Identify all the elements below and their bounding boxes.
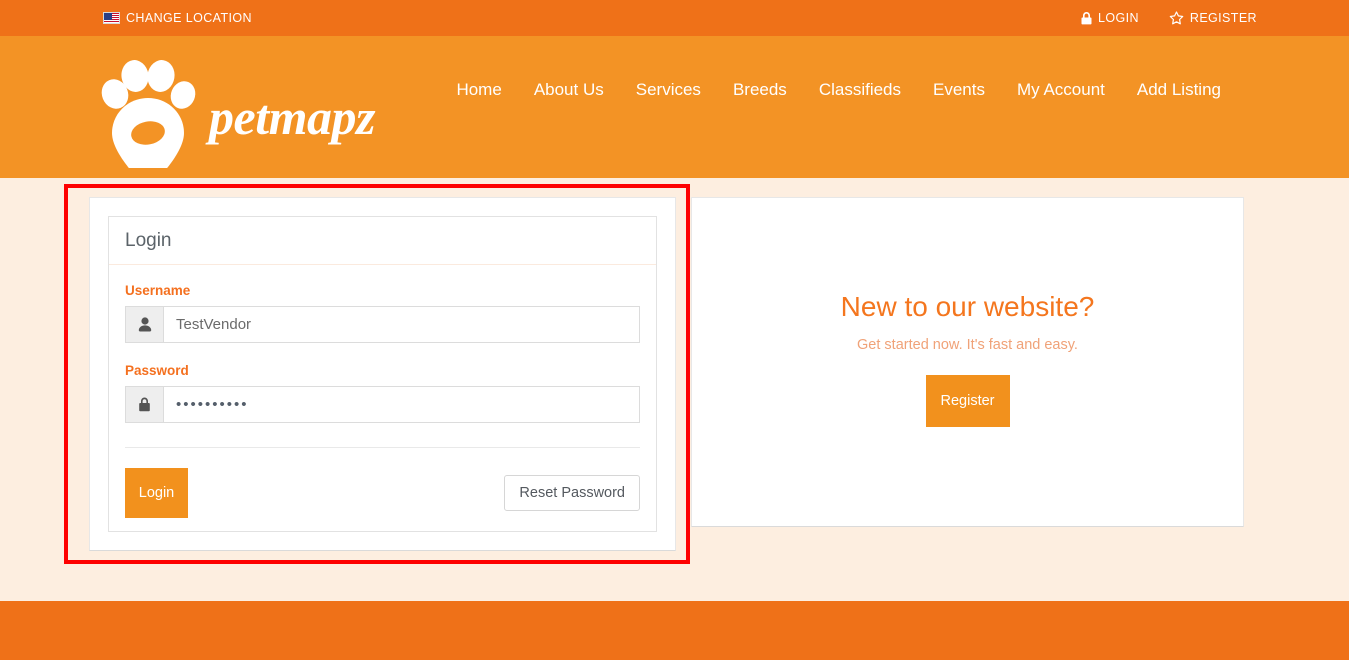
login-card: Login Username Password <box>108 216 657 532</box>
topbar-right-group: LOGIN REGISTER <box>1081 11 1257 25</box>
topbar-login-label: LOGIN <box>1097 11 1139 25</box>
main-content-row: Login Username Password <box>89 197 1244 551</box>
topbar-login-link[interactable]: LOGIN <box>1081 11 1139 25</box>
top-utility-bar: CHANGE LOCATION LOGIN REGISTER <box>0 0 1349 36</box>
login-button-row: Login Reset Password <box>125 448 640 518</box>
nav-item-home[interactable]: Home <box>456 80 501 100</box>
login-card-header: Login <box>109 217 656 265</box>
main-navigation: Home About Us Services Breeds Classified… <box>456 80 1221 100</box>
register-cta: New to our website? Get started now. It'… <box>692 198 1243 526</box>
register-cta-subtitle: Get started now. It's fast and easy. <box>857 337 1078 353</box>
change-location-label: CHANGE LOCATION <box>126 11 252 25</box>
nav-item-services[interactable]: Services <box>636 80 701 100</box>
username-input[interactable] <box>164 307 639 342</box>
topbar-register-link[interactable]: REGISTER <box>1169 11 1257 25</box>
lock-icon <box>126 387 164 422</box>
password-input[interactable] <box>164 387 639 422</box>
paw-map-pin-icon <box>93 50 205 168</box>
site-footer <box>0 601 1349 660</box>
password-input-group[interactable] <box>125 386 640 423</box>
nav-item-classifieds[interactable]: Classifieds <box>819 80 901 100</box>
register-button[interactable]: Register <box>925 375 1010 427</box>
password-label: Password <box>125 363 189 378</box>
us-flag-icon <box>103 12 120 24</box>
site-logo[interactable]: petmapz <box>93 50 375 168</box>
nav-item-about-us[interactable]: About Us <box>534 80 604 100</box>
username-input-group[interactable] <box>125 306 640 343</box>
logo-wordmark: petmapz <box>209 89 375 145</box>
reset-password-button[interactable]: Reset Password <box>504 475 640 511</box>
star-icon <box>1169 11 1184 25</box>
nav-item-events[interactable]: Events <box>933 80 985 100</box>
topbar-register-label: REGISTER <box>1189 11 1257 25</box>
login-panel-container: Login Username Password <box>89 197 676 551</box>
nav-item-add-listing[interactable]: Add Listing <box>1137 80 1221 100</box>
change-location-link[interactable]: CHANGE LOCATION <box>103 11 252 25</box>
page-root: CHANGE LOCATION LOGIN REGISTER petmapz H… <box>0 0 1349 660</box>
login-submit-button[interactable]: Login <box>125 468 188 518</box>
topbar-left-group: CHANGE LOCATION <box>103 11 252 25</box>
register-panel-container: New to our website? Get started now. It'… <box>691 197 1244 527</box>
nav-item-my-account[interactable]: My Account <box>1017 80 1105 100</box>
user-icon <box>126 307 164 342</box>
login-panel-title: Login <box>125 229 172 251</box>
username-label: Username <box>125 283 191 298</box>
register-cta-title: New to our website? <box>840 291 1095 322</box>
lock-icon <box>1081 11 1092 25</box>
nav-item-breeds[interactable]: Breeds <box>733 80 787 100</box>
login-form: Username Password <box>109 265 656 518</box>
site-header: petmapz Home About Us Services Breeds Cl… <box>0 36 1349 178</box>
